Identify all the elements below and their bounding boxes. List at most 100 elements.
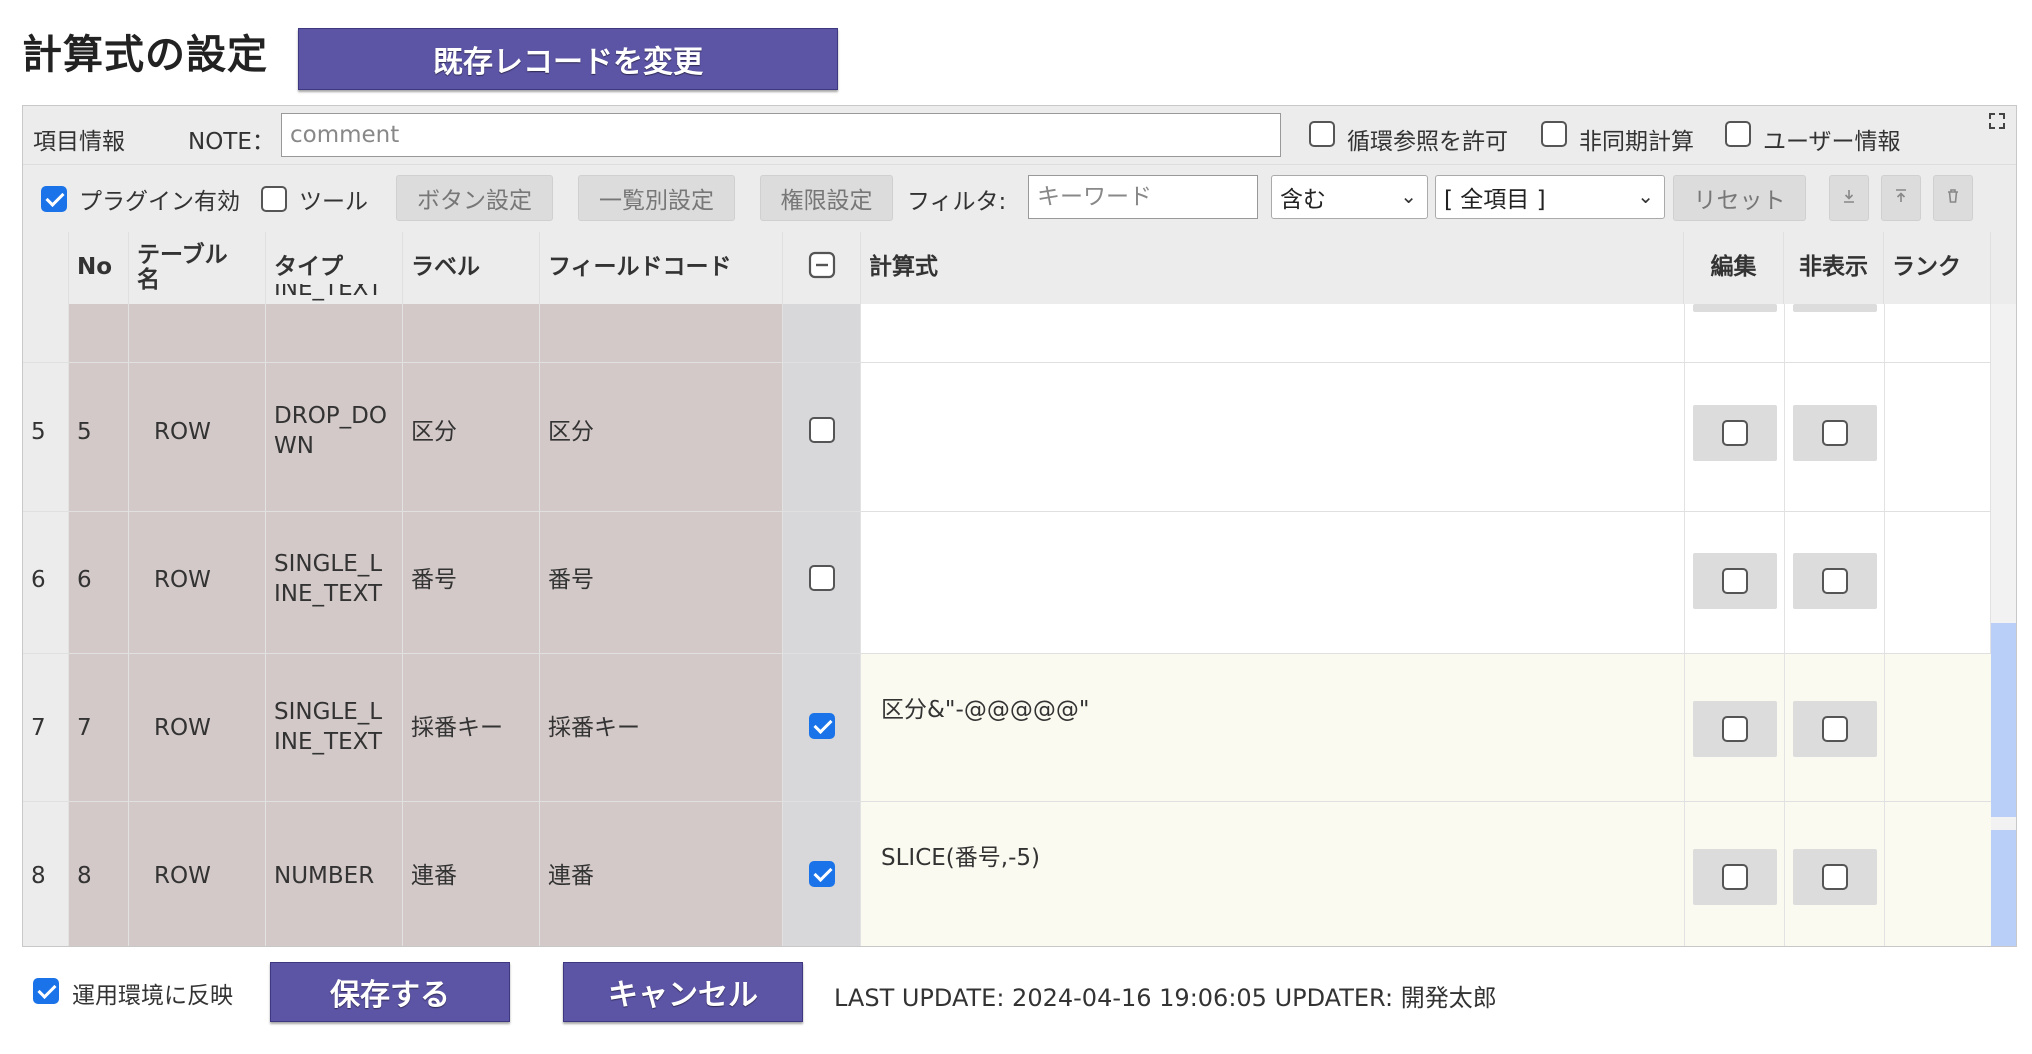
row-index: 5 [31,419,46,445]
keyword-input[interactable] [1028,175,1258,219]
note-input[interactable] [281,113,1281,157]
row-index-column [23,232,69,946]
partial-hide-box [1793,304,1877,312]
header-hide: 非表示 [1784,232,1884,304]
row-table: ROW [154,567,211,593]
partial-row-type: INE_TEXT [274,284,382,304]
row-label: 区分 [411,419,457,445]
download-icon [1842,188,1856,208]
vertical-scrollbar[interactable] [1991,304,2016,946]
list-settings-button[interactable]: 一覧別設定 [578,175,735,221]
hide-checkbox[interactable] [1822,864,1848,890]
row-select-checkbox[interactable] [809,565,835,591]
scrollbar-thumb-lower[interactable] [1991,830,2016,946]
scrollbar-thumb[interactable] [1991,623,2016,817]
formula-table: No テーブル名 タイプ ラベル フィールドコード 計算式 編集 非表示 ランク… [23,232,2016,946]
row-divider [23,653,1991,654]
row-type: SINGLE_L INE_TEXT [274,698,382,758]
row-select-checkbox[interactable] [809,417,835,443]
row-type: SINGLE_L INE_TEXT [274,550,382,610]
item-info-toolbar: 項目情報 NOTE： 循環参照を許可 非同期計算 ユーザー情報 [23,106,2016,164]
row-table: ROW [154,419,211,445]
upload-icon [1894,188,1908,208]
async-calc-checkbox[interactable] [1541,121,1567,147]
header-rank: ランク [1884,232,1991,304]
header-select-all[interactable] [783,232,861,304]
delete-button[interactable] [1933,175,1973,221]
tool-label: ツール [299,189,368,215]
button-settings-button[interactable]: ボタン設定 [396,175,553,221]
match-select-value: 含む [1280,187,1326,213]
row-no: 7 [77,715,92,741]
row-select-checkbox[interactable] [809,861,835,887]
edit-checkbox[interactable] [1722,716,1748,742]
change-record-button[interactable]: 既存レコードを変更 [298,28,838,90]
upload-button[interactable] [1881,175,1921,221]
row-index: 6 [31,567,46,593]
row-divider [23,511,1991,512]
item-info-label: 項目情報 [33,129,125,155]
filter-label: フィルタ: [907,189,1007,215]
row-formula[interactable]: 区分&"-@@@@@" [881,696,1089,726]
save-button[interactable]: 保存する [270,962,510,1022]
row-type: NUMBER [274,863,375,889]
edit-checkbox[interactable] [1722,420,1748,446]
chevron-down-icon: ⌄ [1400,184,1417,208]
download-button[interactable] [1829,175,1869,221]
edit-checkbox[interactable] [1722,568,1748,594]
allow-circular-label: 循環参照を許可 [1347,129,1508,155]
reflect-env-checkbox[interactable] [33,978,59,1004]
header-formula: 計算式 [861,232,1684,304]
row-field-code: 連番 [548,863,594,889]
row-field-code: 採番キー [548,715,640,741]
plugin-toolbar: プラグイン有効 ツール ボタン設定 一覧別設定 権限設定 フィルタ: 含む ⌄ … [23,164,2016,233]
header-edit: 編集 [1684,232,1784,304]
trash-icon [1946,188,1960,208]
row-table: ROW [154,863,211,889]
last-update-text: LAST UPDATE: 2024-04-16 19:06:05 UPDATER… [834,984,1497,1012]
plugin-enabled-label: プラグイン有効 [79,189,240,215]
items-select-value: [ 全項目 ] [1444,187,1546,213]
hide-checkbox[interactable] [1822,420,1848,446]
header-table-name-text: テーブル名 [137,241,228,293]
row-field-code: 区分 [548,419,594,445]
row-type: DROP_DO WN [274,402,387,462]
tool-checkbox[interactable] [261,186,287,212]
divider [1784,232,1785,946]
partial-row-type-text: INE_TEXT [274,284,383,301]
items-select[interactable]: [ 全項目 ] ⌄ [1435,175,1665,219]
page-title: 計算式の設定 [22,32,268,78]
divider [1684,232,1685,946]
row-type-line2: INE_TEXT [274,580,383,607]
settings-panel: 項目情報 NOTE： 循環参照を許可 非同期計算 ユーザー情報 プラグイン有効 … [22,105,2017,947]
header-field-code: フィールドコード [540,232,783,304]
reflect-env-label: 運用環境に反映 [72,983,233,1009]
reset-button[interactable]: リセット [1673,175,1806,221]
edit-checkbox[interactable] [1722,864,1748,890]
header-no: No [69,232,129,304]
row-divider [23,801,1991,802]
hide-checkbox[interactable] [1822,716,1848,742]
header-table-name: テーブル名 [129,232,266,304]
row-no: 8 [77,863,92,889]
row-formula[interactable]: SLICE(番号,-5) [881,844,1040,874]
hide-checkbox[interactable] [1822,568,1848,594]
permission-settings-button[interactable]: 権限設定 [760,175,893,221]
row-index: 7 [31,715,46,741]
user-info-checkbox[interactable] [1725,121,1751,147]
collapse-checkbox-icon[interactable] [808,251,836,285]
row-type-line1: DROP_DO [274,403,387,429]
row-select-checkbox[interactable] [809,713,835,739]
row-divider [23,362,1991,363]
expand-icon[interactable] [1988,112,2006,134]
note-label: NOTE： [188,129,275,155]
header-index [23,232,69,304]
async-calc-label: 非同期計算 [1579,129,1694,155]
allow-circular-checkbox[interactable] [1309,121,1335,147]
row-field-code: 番号 [548,567,594,593]
cancel-button[interactable]: キャンセル [563,962,803,1022]
match-select[interactable]: 含む ⌄ [1271,175,1428,219]
partial-edit-box [1693,304,1777,312]
plugin-enabled-checkbox[interactable] [41,186,67,212]
row-label: 連番 [411,863,457,889]
